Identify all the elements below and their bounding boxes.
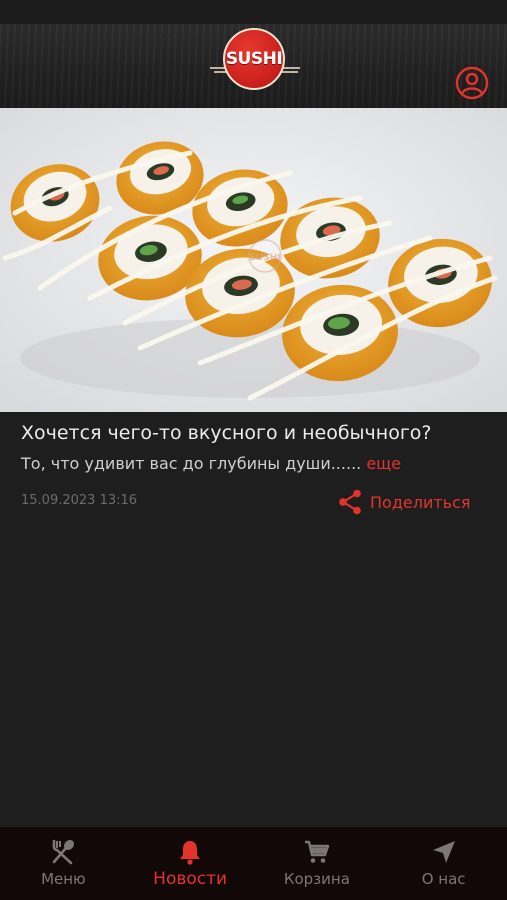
read-more-link[interactable]: еще: [366, 454, 401, 473]
news-image[interactable]: SUSHI: [0, 108, 507, 412]
cart-icon: [304, 840, 330, 863]
news-date: 15.09.2023 13:16: [21, 493, 138, 508]
logo-text: SUSHI: [225, 49, 283, 69]
tab-about[interactable]: О нас: [380, 827, 507, 900]
bottom-tab-bar: Меню Новости Корзина О нас: [0, 827, 507, 900]
tab-cart[interactable]: Корзина: [254, 827, 381, 900]
tab-cart-label: Корзина: [283, 870, 350, 888]
fork-spoon-icon: [53, 839, 75, 865]
svg-text:SUSHI: SUSHI: [249, 253, 280, 263]
news-description: То, что удивит вас до глубины души......…: [21, 454, 491, 473]
app-header: SUSHI: [0, 24, 507, 108]
sushi-logo: SUSHI: [210, 28, 300, 92]
tab-menu[interactable]: Меню: [0, 827, 127, 900]
tab-about-label: О нас: [421, 870, 466, 888]
share-button[interactable]: Поделиться: [338, 488, 471, 516]
user-icon: [455, 66, 489, 100]
location-arrow-icon: [432, 841, 455, 863]
tab-news-label: Новости: [153, 869, 228, 889]
share-icon: [339, 489, 361, 515]
bell-icon: [180, 841, 201, 865]
profile-button[interactable]: [455, 66, 489, 100]
status-bar: [0, 0, 507, 24]
news-title: Хочется чего-то вкусного и необычного?: [21, 422, 432, 444]
news-description-text: То, что удивит вас до глубины души......: [21, 454, 362, 473]
tab-news[interactable]: Новости: [127, 827, 254, 900]
tab-menu-label: Меню: [41, 870, 86, 888]
share-label: Поделиться: [370, 492, 471, 512]
